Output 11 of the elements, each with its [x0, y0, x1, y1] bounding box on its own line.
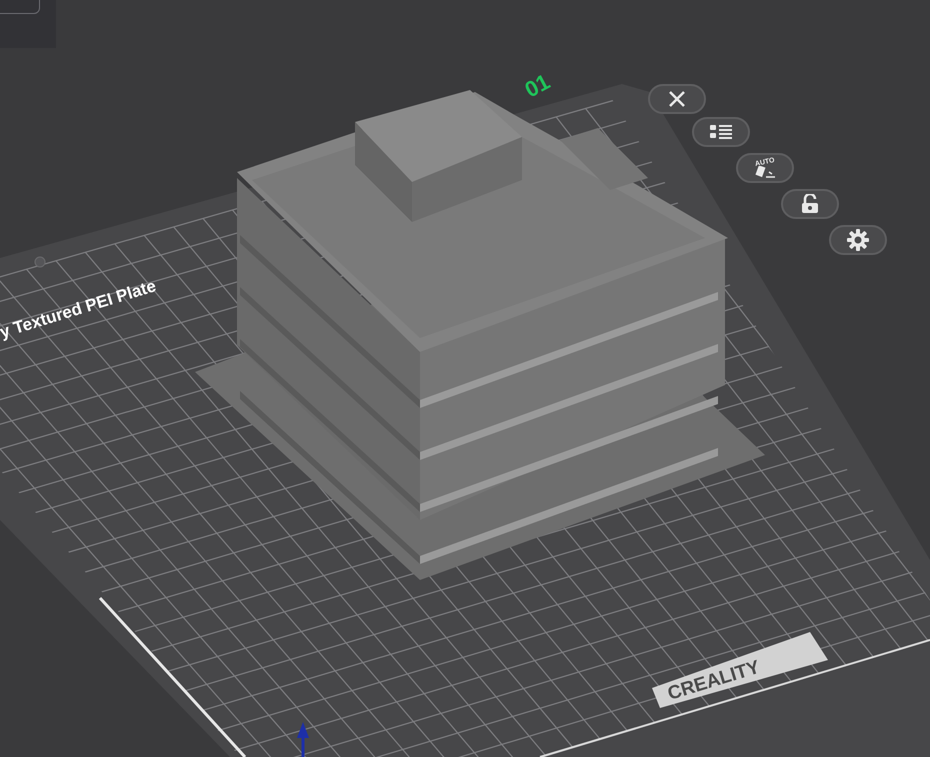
z-axis-arrow [297, 722, 309, 757]
list-button[interactable] [692, 117, 750, 147]
settings-button[interactable] [829, 225, 887, 255]
close-button[interactable] [648, 84, 706, 114]
unlocked-padlock-icon [801, 194, 819, 214]
lock-button[interactable] [781, 189, 839, 219]
list-icon [709, 123, 733, 141]
settings-icon [847, 229, 869, 251]
plate-number: 01 [520, 68, 554, 102]
arrange-icon [754, 166, 776, 178]
close-icon [668, 90, 686, 108]
